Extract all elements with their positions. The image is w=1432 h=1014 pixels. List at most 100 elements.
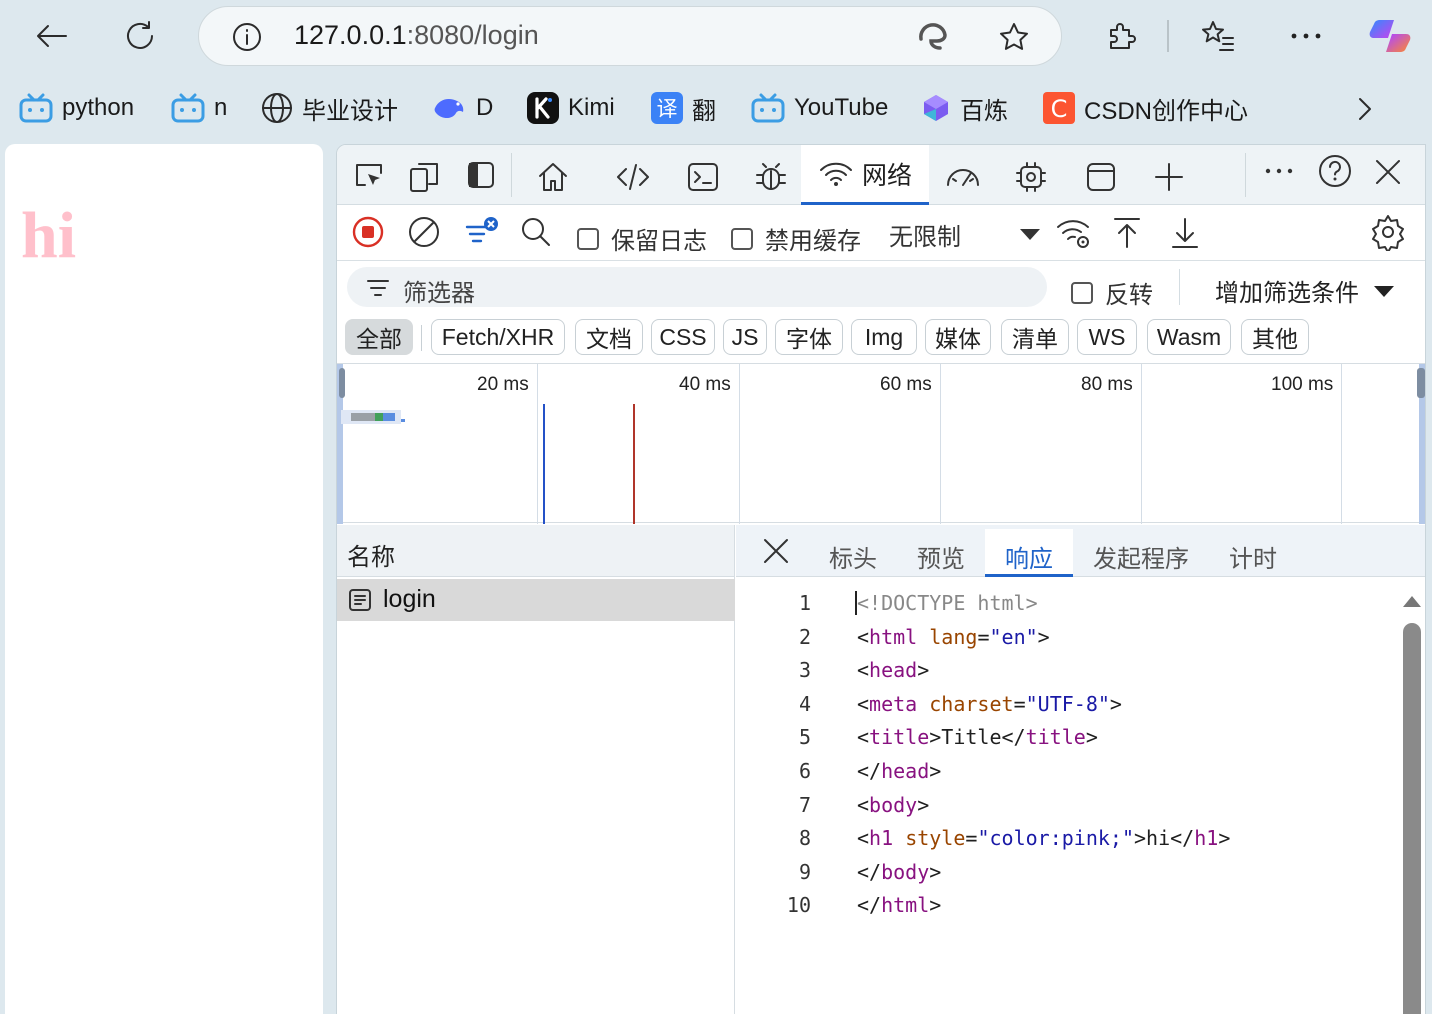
network-overview[interactable]: 20 ms 40 ms 60 ms 80 ms 100 ms (337, 363, 1425, 524)
type-filter-other[interactable]: 其他 (1241, 319, 1309, 355)
export-har-button[interactable] (1169, 215, 1201, 251)
url-text[interactable]: 127.0.0.1:8080/login (294, 20, 539, 51)
favorites-button[interactable] (1198, 16, 1238, 56)
type-filter-css[interactable]: CSS (651, 319, 715, 355)
copilot-icon (1369, 20, 1411, 52)
bookmark-youtube[interactable]: YouTube (750, 88, 888, 128)
chip-divider (421, 325, 422, 351)
type-filter-doc[interactable]: 文档 (575, 319, 643, 355)
import-har-button[interactable] (1111, 215, 1143, 251)
close-detail-button[interactable] (760, 535, 792, 567)
toggle-sidebar-button[interactable] (465, 159, 497, 191)
favorite-star-icon[interactable] (997, 20, 1031, 54)
invert-checkbox[interactable]: 反转 (1071, 275, 1153, 310)
bookmark-label: YouTube (794, 94, 889, 121)
tab-welcome[interactable] (535, 159, 571, 195)
site-info-icon[interactable] (231, 21, 263, 53)
overview-right-grip[interactable] (1417, 368, 1425, 398)
copilot-button[interactable] (1366, 12, 1414, 60)
response-scrollbar[interactable] (1403, 623, 1421, 1014)
bookmark-d[interactable]: D (432, 88, 493, 128)
tab-headers[interactable]: 标头 (829, 539, 877, 574)
puzzle-icon (1110, 23, 1136, 49)
scroll-up-button[interactable] (1401, 593, 1423, 609)
timeline-tick: 100 ms (1271, 374, 1334, 395)
type-filter-js[interactable]: JS (723, 319, 767, 355)
close-devtools-button[interactable] (1371, 155, 1405, 189)
search-button[interactable] (519, 215, 553, 249)
tab-performance[interactable] (943, 159, 983, 195)
type-filter-fetch-xhr[interactable]: Fetch/XHR (431, 319, 565, 355)
text-cursor (855, 591, 857, 615)
type-filter-font[interactable]: 字体 (775, 319, 843, 355)
throttling-value: 无限制 (889, 223, 961, 251)
tab-initiator[interactable]: 发起程序 (1093, 539, 1189, 574)
more-bookmarks-button[interactable] (1350, 92, 1380, 126)
tab-elements[interactable] (613, 159, 653, 195)
tab-divider (511, 153, 512, 197)
back-button[interactable] (30, 18, 74, 54)
network-settings-button[interactable] (1369, 213, 1407, 251)
edge-app-icon[interactable] (915, 19, 951, 55)
download-icon (1172, 218, 1198, 248)
inspect-element-button[interactable] (351, 159, 387, 195)
code-line: <!DOCTYPE html> (857, 591, 1038, 615)
more-menu-button[interactable] (1288, 24, 1324, 48)
type-filter-manifest[interactable]: 清单 (1001, 319, 1069, 355)
requests-list (337, 577, 735, 1014)
tab-application[interactable] (1083, 159, 1119, 195)
type-filter-media[interactable]: 媒体 (925, 319, 991, 355)
timeline-tick: 80 ms (1081, 374, 1133, 395)
tab-console[interactable] (685, 159, 721, 195)
more-dots-icon (1265, 168, 1293, 174)
deepseek-icon (434, 99, 464, 119)
tab-network[interactable]: 网络 (801, 145, 929, 205)
tab-preview[interactable]: 预览 (917, 539, 965, 574)
help-button[interactable] (1317, 153, 1353, 189)
overview-left-grip[interactable] (339, 368, 345, 398)
extensions-button[interactable] (1102, 16, 1142, 56)
tab-sources[interactable] (753, 159, 789, 195)
customize-devtools-button[interactable] (1263, 159, 1295, 183)
bookmark-csdn[interactable]: C CSDN创作中心 (1042, 88, 1248, 128)
bookmark-python[interactable]: python (18, 88, 134, 128)
line-number: 9 (798, 860, 811, 884)
disable-cache-checkbox[interactable]: 禁用缓存 (731, 221, 861, 256)
bookmark-n[interactable]: n (170, 88, 227, 128)
refresh-button[interactable] (118, 16, 162, 56)
name-column-header[interactable]: 名称 (337, 525, 735, 577)
filter-toggle-button[interactable] (463, 213, 501, 251)
throttling-select[interactable]: 无限制 (889, 219, 1041, 251)
translate-icon: 译 (651, 92, 683, 124)
bookmark-graduation-design[interactable]: 毕业设计 (260, 88, 398, 128)
preserve-log-checkbox[interactable]: 保留日志 (577, 221, 707, 256)
network-conditions-button[interactable] (1055, 215, 1093, 251)
clear-button[interactable] (407, 215, 441, 249)
invert-label: 反转 (1105, 282, 1153, 309)
bookmark-bailian[interactable]: 百炼 (920, 88, 1008, 128)
tab-response[interactable]: 响应 (1005, 539, 1053, 574)
grid-line (940, 364, 941, 524)
tab-memory[interactable] (1013, 159, 1049, 195)
tab-timing[interactable]: 计时 (1229, 539, 1277, 574)
filter-input[interactable]: 筛选器 (347, 267, 1047, 307)
bookmark-kimi[interactable]: Kimi (526, 88, 615, 128)
more-filters-dropdown[interactable]: 增加筛选条件 (1215, 273, 1395, 308)
response-body[interactable]: 1 2 3 4 5 6 7 8 9 10 <!DOCTYPE html> <ht… (736, 579, 1406, 1014)
bookmark-translate[interactable]: 译 翻 (650, 88, 716, 128)
request-row[interactable]: login (337, 579, 735, 621)
device-emulation-button[interactable] (407, 159, 443, 195)
bilibili-icon (751, 93, 785, 123)
bilibili-icon (171, 93, 205, 123)
name-column-label: 名称 (347, 544, 395, 571)
type-filter-all[interactable]: 全部 (345, 319, 413, 355)
code-line: <html lang="en"> (857, 625, 1050, 649)
speedometer-icon (947, 169, 979, 186)
type-filter-img[interactable]: Img (851, 319, 917, 355)
type-filter-wasm[interactable]: Wasm (1147, 319, 1231, 355)
more-tools-button[interactable] (1151, 159, 1187, 195)
code-line: <head> (857, 658, 930, 682)
type-filter-ws[interactable]: WS (1077, 319, 1137, 355)
record-button[interactable] (351, 215, 385, 249)
line-number: 6 (798, 759, 811, 783)
